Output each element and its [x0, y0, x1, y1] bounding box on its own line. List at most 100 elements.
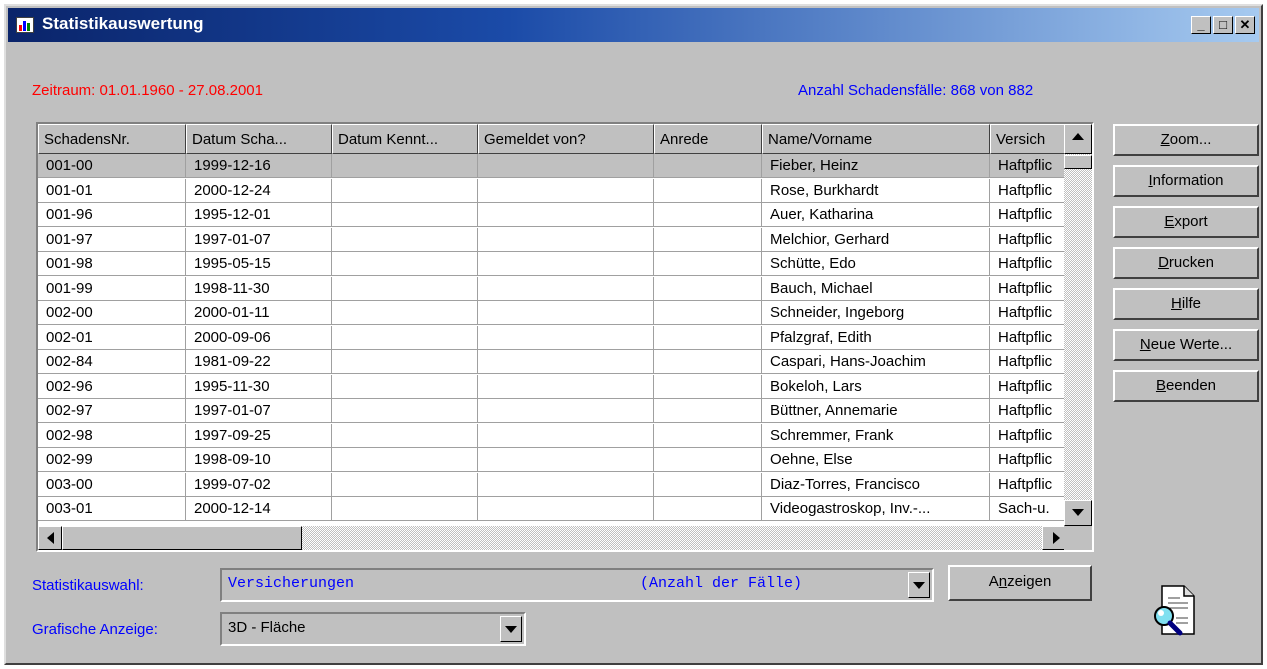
table-cell: Haftpflic — [990, 374, 1068, 399]
statistik-select[interactable]: Versicherungen (Anzahl der Fälle) — [220, 568, 934, 602]
table-cell — [332, 374, 478, 399]
zoom-button[interactable]: Zoom... — [1113, 124, 1259, 156]
table-cell: 001-98 — [38, 252, 186, 276]
table-cell — [478, 154, 654, 178]
vertical-scrollbar[interactable] — [1064, 124, 1092, 526]
drucken-button[interactable]: Drucken — [1113, 247, 1259, 279]
table-cell: Haftpflic — [990, 227, 1068, 252]
statistik-window: Statistikauswertung _ □ ✕ Zeitraum: 01.0… — [4, 4, 1263, 665]
table-cell: Bokeloh, Lars — [762, 374, 990, 399]
table-row[interactable]: 002-01 2000-09-06 Pfalzgraf, Edith Haftpfli… — [38, 325, 1068, 350]
table-cell — [332, 423, 478, 448]
scroll-left-button[interactable] — [38, 526, 62, 550]
export-button[interactable]: Export — [1113, 206, 1259, 238]
table-row[interactable]: 001-01 2000-12-24 Rose, Burkhardt Haftpflic — [38, 178, 1068, 203]
table-cell — [332, 178, 478, 203]
vertical-scroll-thumb[interactable] — [1064, 155, 1092, 169]
column-header[interactable]: Gemeldet von? — [478, 124, 654, 154]
column-header[interactable]: Datum Kennt... — [332, 124, 478, 154]
maximize-button[interactable]: □ — [1213, 16, 1233, 34]
table-cell: 002-97 — [38, 399, 186, 423]
table-cell: 001-97 — [38, 227, 186, 252]
table-cell — [332, 497, 478, 521]
close-button[interactable]: ✕ — [1235, 16, 1255, 34]
anzahl-label: Anzahl Schadensfälle: 868 von 882 — [798, 82, 1034, 99]
table-cell: Oehne, Else — [762, 448, 990, 472]
table-cell: 001-00 — [38, 154, 186, 178]
beenden-button[interactable]: Beenden — [1113, 370, 1259, 402]
neue-werte-button[interactable]: Neue Werte... — [1113, 329, 1259, 361]
table-cell — [654, 423, 762, 448]
table-cell — [478, 276, 654, 301]
document-search-icon — [1154, 585, 1195, 636]
column-header[interactable]: Datum Scha... — [186, 124, 332, 154]
horizontal-scrollbar[interactable] — [38, 526, 1068, 550]
table-cell: Büttner, Annemarie — [762, 399, 990, 423]
minimize-button[interactable]: _ — [1191, 16, 1211, 34]
table-row[interactable]: 001-00 1999-12-16 Fieber, Heinz Haftpflic — [38, 154, 1068, 178]
table-row[interactable]: 002-84 1981-09-22 Caspari, Hans-Joachim Haf… — [38, 350, 1068, 374]
table-cell: 1997-09-25 — [186, 423, 332, 448]
table-cell: 1998-11-30 — [186, 276, 332, 301]
title-bar[interactable]: Statistikauswertung _ □ ✕ — [8, 8, 1259, 42]
table-cell: 1997-01-07 — [186, 227, 332, 252]
table-cell — [654, 374, 762, 399]
column-header[interactable]: SchadensNr. — [38, 124, 186, 154]
statistik-dropdown-button[interactable] — [908, 572, 930, 598]
table-cell: Haftpflic — [990, 472, 1068, 497]
table-cell: Videogastroskop, Inv.-... — [762, 497, 990, 521]
grafik-select[interactable]: 3D - Fläche — [220, 612, 526, 646]
arrow-down-icon — [1072, 509, 1084, 516]
table-row[interactable]: 001-98 1995-05-15 Schütte, Edo Haftpflic — [38, 252, 1068, 276]
anzeigen-button[interactable]: Anzeigen — [948, 565, 1092, 601]
table-cell: Bauch, Michael — [762, 276, 990, 301]
column-header[interactable]: Versich — [990, 124, 1068, 154]
table-cell: 1997-01-07 — [186, 399, 332, 423]
table-cell — [654, 497, 762, 521]
table-cell — [478, 301, 654, 325]
table-cell: Diaz-Torres, Francisco — [762, 472, 990, 497]
table-cell: Pfalzgraf, Edith — [762, 325, 990, 350]
table-cell: 2000-12-24 — [186, 178, 332, 203]
chart-app-icon — [16, 17, 34, 33]
table-row[interactable]: 002-96 1995-11-30 Bokeloh, Lars Haftpflic — [38, 374, 1068, 399]
column-header[interactable]: Name/Vorname — [762, 124, 990, 154]
table-cell: 2000-12-14 — [186, 497, 332, 521]
information-button[interactable]: Information — [1113, 165, 1259, 197]
table-cell — [654, 252, 762, 276]
table-cell: Haftpflic — [990, 423, 1068, 448]
table-row[interactable]: 002-98 1997-09-25 Schremmer, Frank Haftpfli… — [38, 423, 1068, 448]
table-row[interactable]: 002-99 1998-09-10 Oehne, Else Haftpflic — [38, 448, 1068, 472]
column-header[interactable]: Anrede — [654, 124, 762, 154]
arrow-right-icon — [1053, 532, 1060, 544]
table-cell — [478, 203, 654, 227]
table-cell: 1995-05-15 — [186, 252, 332, 276]
table-row[interactable]: 001-97 1997-01-07 Melchior, Gerhard Haftpfl… — [38, 227, 1068, 252]
table-row[interactable]: 001-96 1995-12-01 Auer, Katharina Haftpflic — [38, 203, 1068, 227]
scroll-up-button[interactable] — [1064, 124, 1092, 154]
table-cell: 001-99 — [38, 276, 186, 301]
hilfe-button[interactable]: Hilfe — [1113, 288, 1259, 320]
table-cell — [478, 178, 654, 203]
table-cell — [332, 399, 478, 423]
claims-table[interactable]: SchadensNr. Datum Scha... Datum Kennt... Ge… — [36, 122, 1094, 552]
table-row[interactable]: 002-97 1997-01-07 Büttner, Annemarie Haftpf… — [38, 399, 1068, 423]
table-cell — [654, 178, 762, 203]
table-cell: 1981-09-22 — [186, 350, 332, 374]
table-row[interactable]: 003-00 1999-07-02 Diaz-Torres, Francisco Ha… — [38, 472, 1068, 497]
table-row[interactable]: 002-00 2000-01-11 Schneider, Ingeborg Haftp… — [38, 301, 1068, 325]
table-cell — [332, 301, 478, 325]
table-row[interactable]: 001-99 1998-11-30 Bauch, Michael Haftpflic — [38, 276, 1068, 301]
horizontal-scroll-thumb[interactable] — [62, 526, 302, 550]
table-cell — [478, 399, 654, 423]
table-cell: 002-98 — [38, 423, 186, 448]
scroll-down-button[interactable] — [1064, 500, 1092, 526]
table-cell: 1999-07-02 — [186, 472, 332, 497]
grafik-dropdown-button[interactable] — [500, 616, 522, 642]
table-cell — [478, 252, 654, 276]
table-cell — [654, 472, 762, 497]
grafik-select-value: 3D - Fläche — [228, 619, 306, 636]
table-cell — [654, 227, 762, 252]
table-row[interactable]: 003-01 2000-12-14 Videogastroskop, Inv.-..… — [38, 497, 1068, 521]
table-cell: 002-01 — [38, 325, 186, 350]
